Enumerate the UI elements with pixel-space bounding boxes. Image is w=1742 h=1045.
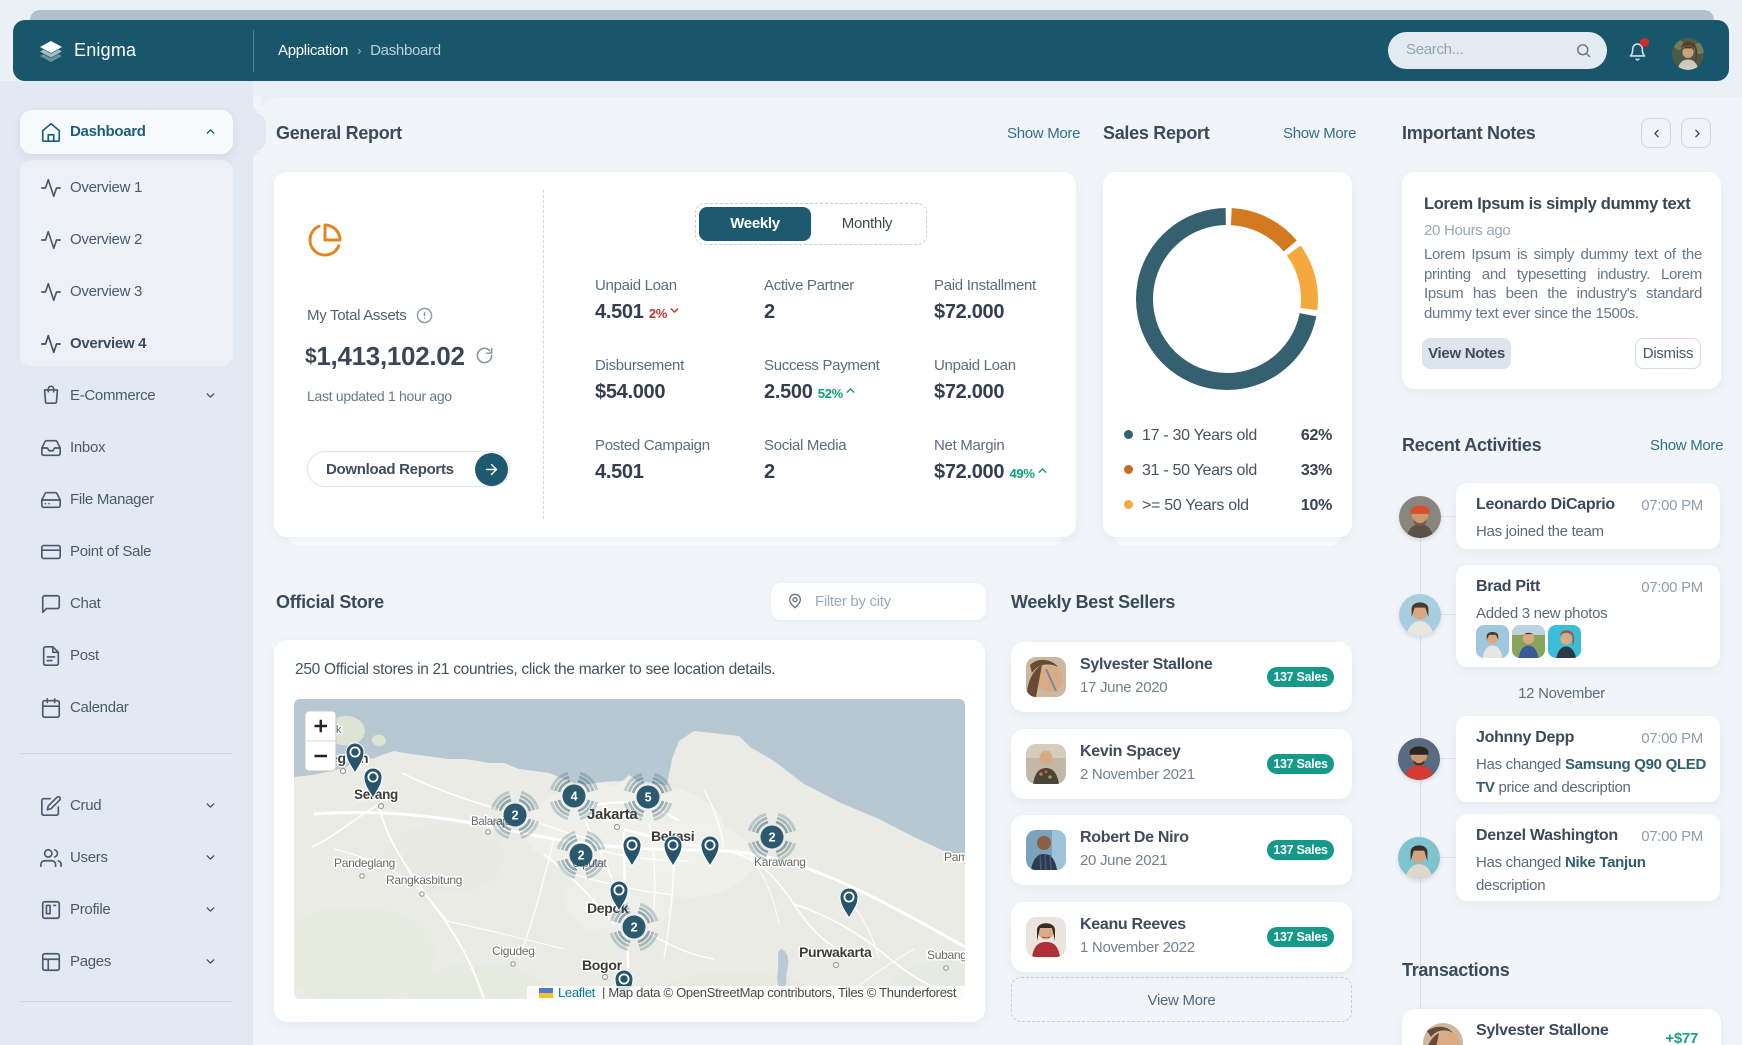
svg-text:Rangkasbitung: Rangkasbitung — [386, 873, 462, 887]
svg-text:Cigudeg: Cigudeg — [492, 944, 535, 958]
svg-text:k: k — [336, 724, 342, 736]
svg-text:Leaflet: Leaflet — [558, 985, 596, 999]
svg-text:2: 2 — [578, 849, 585, 863]
svg-text:2: 2 — [769, 831, 776, 845]
svg-text:Bogor: Bogor — [582, 957, 623, 973]
svg-text:2: 2 — [631, 921, 638, 935]
svg-text:2: 2 — [512, 809, 519, 823]
svg-text:Pandeglang: Pandeglang — [334, 856, 395, 870]
svg-text:5: 5 — [645, 791, 652, 805]
svg-text:Subang: Subang — [927, 948, 965, 962]
svg-text:Pama: Pama — [944, 850, 965, 864]
svg-text:Purwakarta: Purwakarta — [799, 944, 872, 960]
svg-text:| Map data © OpenStreetMap con: | Map data © OpenStreetMap contributors,… — [602, 985, 957, 999]
svg-text:4: 4 — [571, 790, 578, 804]
